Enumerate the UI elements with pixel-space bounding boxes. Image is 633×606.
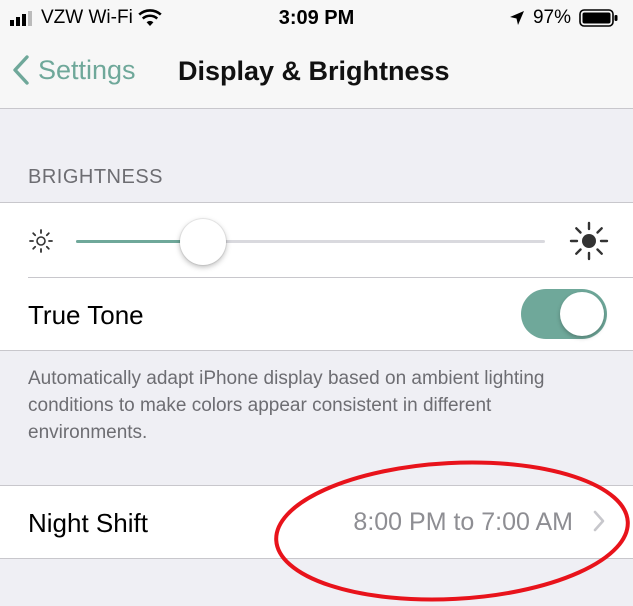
true-tone-toggle[interactable] [521,289,607,339]
back-button-label: Settings [38,54,136,85]
brightness-group: True Tone [0,202,633,351]
back-button[interactable]: Settings [12,54,136,86]
brightness-section-header: BRIGHTNESS [28,166,164,188]
true-tone-label: True Tone [28,300,144,330]
chevron-left-icon [13,55,29,85]
brightness-slider-thumb[interactable] [179,219,226,265]
true-tone-row: True Tone [0,278,633,350]
battery-percent: 97% [532,7,571,28]
status-bar: VZW Wi-Fi 3:09 PM 97% [0,0,633,40]
page-title: Display & Brightness [178,56,450,86]
true-tone-description: Automatically adapt iPhone display based… [28,368,545,443]
toggle-knob [560,292,604,336]
night-shift-row[interactable]: Night Shift 8:00 PM to 7:00 AM [0,485,633,559]
sun-large-icon [569,221,609,261]
navigation-bar: Settings Display & Brightness [0,40,633,109]
chevron-right-icon [593,510,605,532]
location-arrow-icon [509,11,524,25]
brightness-slider[interactable] [76,240,545,243]
night-shift-label: Night Shift [28,508,148,538]
battery-icon [579,9,618,27]
status-right: 97% [509,7,619,29]
sun-small-icon [29,229,53,253]
night-shift-schedule: 8:00 PM to 7:00 AM [353,508,573,536]
brightness-slider-row [0,203,633,277]
